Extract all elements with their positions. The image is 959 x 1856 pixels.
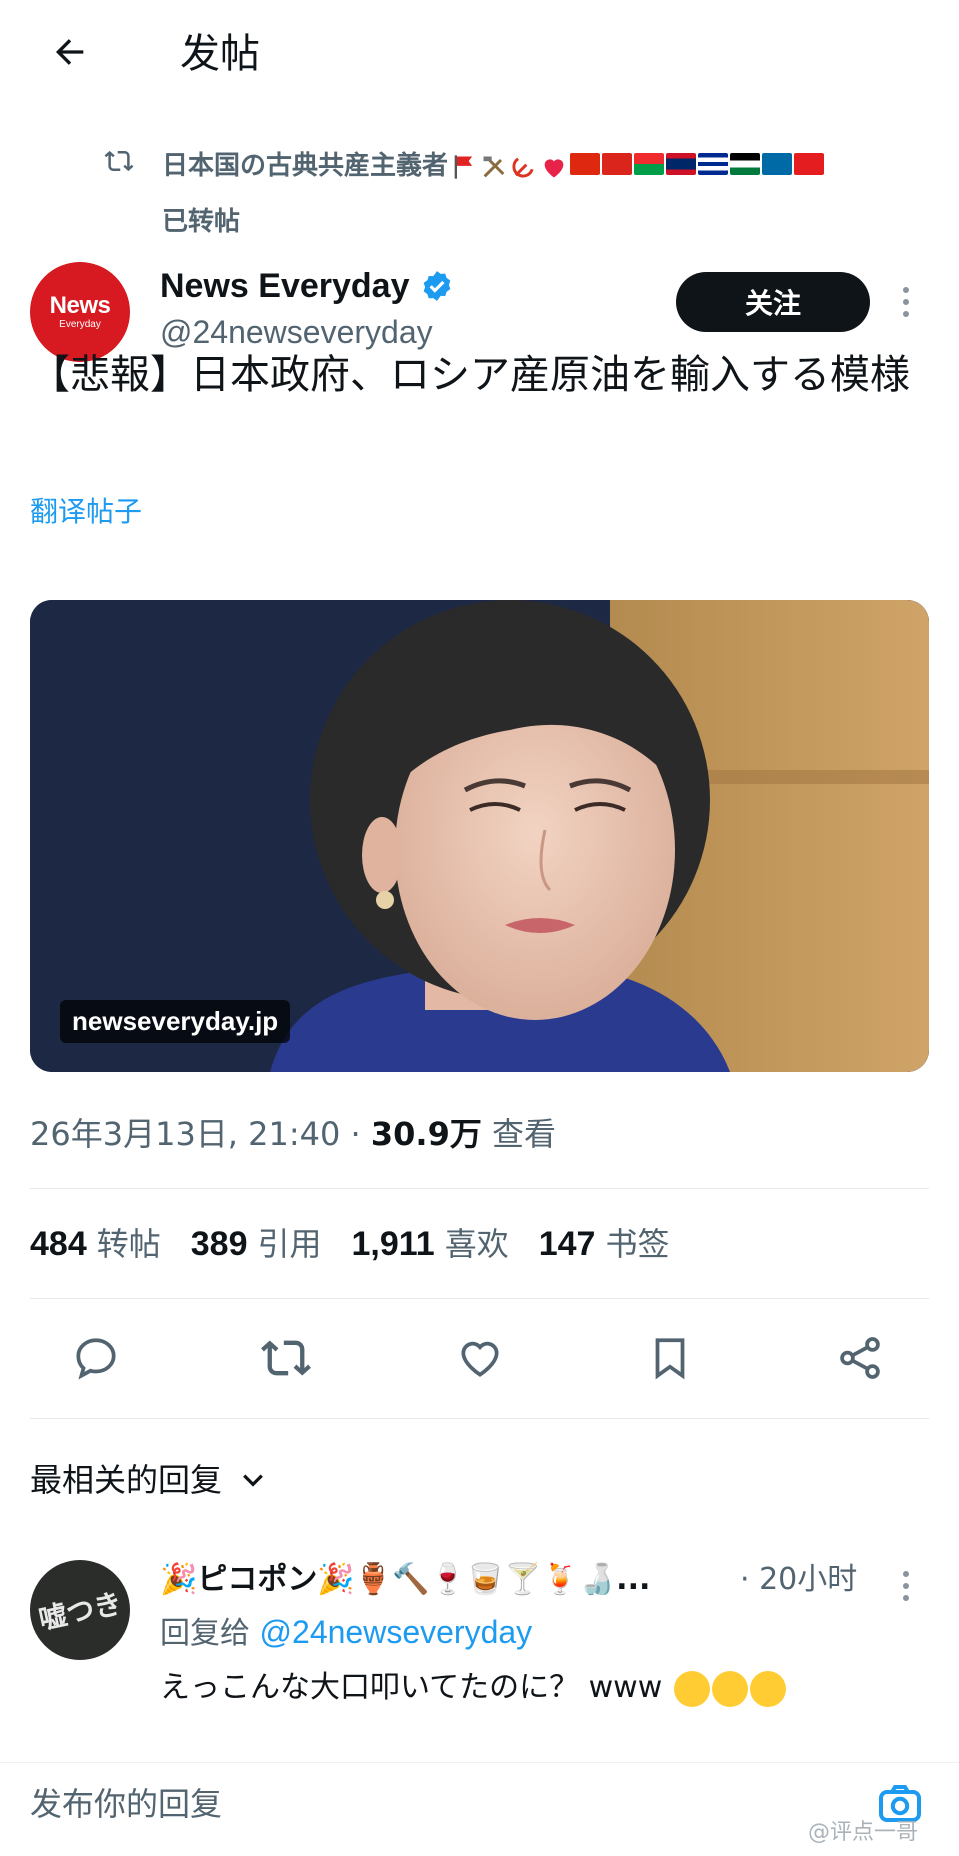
reply-icon	[76, 1338, 116, 1380]
more-vertical-icon[interactable]	[892, 278, 920, 326]
repost-icon	[104, 150, 134, 172]
reposter-name-text: 日本国の古典共産主義者	[162, 151, 449, 181]
divider	[30, 1188, 929, 1189]
hammer-pick-icon	[483, 156, 505, 177]
reply-to-line: 回复给 @24newseveryday	[160, 1610, 532, 1656]
red-flag-icon	[454, 154, 473, 179]
flag-burkina-faso-icon	[634, 152, 665, 175]
post-stats: 484 转帖 389 引用 1,911 喜欢 147 书签	[30, 1222, 669, 1266]
bookmark-button[interactable]	[642, 1330, 698, 1386]
flag-albania-icon	[794, 152, 825, 175]
reply-avatar-text: 嘘つき	[35, 1586, 125, 1637]
repost-button[interactable]	[258, 1330, 314, 1386]
flag-cuba-icon	[698, 152, 729, 175]
stat-reposts[interactable]: 484 转帖	[30, 1222, 161, 1266]
avatar-logo-text: News	[49, 292, 111, 319]
reply-to-handle[interactable]: @24newseveryday	[260, 1614, 533, 1650]
translate-post-link[interactable]: 翻译帖子	[30, 492, 142, 532]
stat-quotes[interactable]: 389 引用	[191, 1222, 322, 1266]
post-timestamp: 26年3月13日, 21:40 ·	[30, 1115, 371, 1153]
author-name-text: News Everyday	[160, 267, 410, 305]
repost-label: 已转帖	[162, 207, 241, 237]
reply-text: えっこんな大口叩いてたのに？ www	[160, 1666, 786, 1710]
laughing-emoji-icon	[711, 1670, 748, 1707]
reposter-emojis	[450, 152, 825, 181]
reply-text-body: えっこんな大口叩いてたのに？ www	[160, 1670, 663, 1705]
replies-sort-label: 最相关的回复	[30, 1461, 223, 1499]
reply-author-name[interactable]: 🎉ピコポン🎉🏺🔨🍷🥃🍸🍹🍶...	[160, 1558, 650, 1602]
follow-button[interactable]: 关注	[676, 272, 870, 332]
arrow-left-icon	[56, 39, 84, 65]
reply-button[interactable]	[68, 1330, 124, 1386]
page-title: 发帖	[180, 31, 260, 77]
stat-bookmarks[interactable]: 147 书签	[539, 1222, 670, 1266]
verified-badge-icon	[423, 271, 450, 301]
flag-vietnam-icon	[602, 152, 633, 175]
reply-to-label: 回复给	[160, 1616, 260, 1651]
replies-sort-dropdown[interactable]: 最相关的回复	[30, 1458, 268, 1502]
reply-more-vertical-icon[interactable]	[892, 1562, 920, 1610]
divider	[30, 1298, 929, 1299]
chevron-down-icon	[243, 1474, 263, 1487]
views-count: 30.9万	[370, 1115, 482, 1153]
repost-icon	[261, 1340, 311, 1376]
reposter-name[interactable]: 日本国の古典共産主義者	[162, 146, 825, 186]
flag-sweden-icon	[762, 152, 793, 175]
hammer-sickle-icon	[512, 157, 534, 177]
bookmark-icon	[655, 1338, 685, 1380]
flag-china-icon	[570, 152, 601, 175]
like-button[interactable]	[452, 1330, 508, 1386]
stat-likes[interactable]: 1,911 喜欢	[352, 1222, 509, 1266]
author-name[interactable]: News Everyday	[160, 264, 454, 308]
divider	[30, 1418, 929, 1419]
post-text: 【悲報】日本政府、ロシア産原油を輸入する模様	[30, 352, 910, 398]
reply-timestamp: · 20小时	[740, 1562, 858, 1597]
flag-laos-icon	[666, 152, 697, 175]
share-button[interactable]	[832, 1330, 888, 1386]
laughing-emoji-icon	[749, 1670, 786, 1707]
image-source-caption: newseveryday.jp	[60, 1000, 291, 1043]
post-meta: 26年3月13日, 21:40 · 30.9万 查看	[30, 1112, 556, 1156]
avatar-logo-subtext: Everyday	[59, 319, 101, 330]
red-heart-icon	[544, 158, 564, 177]
views-label: 查看	[481, 1115, 557, 1153]
flag-palestine-icon	[730, 152, 761, 175]
laughing-emoji-icon	[673, 1670, 710, 1707]
share-icon	[840, 1337, 880, 1379]
reply-avatar[interactable]: 嘘つき	[30, 1560, 130, 1660]
like-icon	[461, 1341, 499, 1377]
watermark-text: @评点一哥	[808, 1820, 919, 1845]
back-button[interactable]	[44, 26, 96, 78]
reply-input[interactable]: 发布你的回复	[30, 1782, 222, 1826]
